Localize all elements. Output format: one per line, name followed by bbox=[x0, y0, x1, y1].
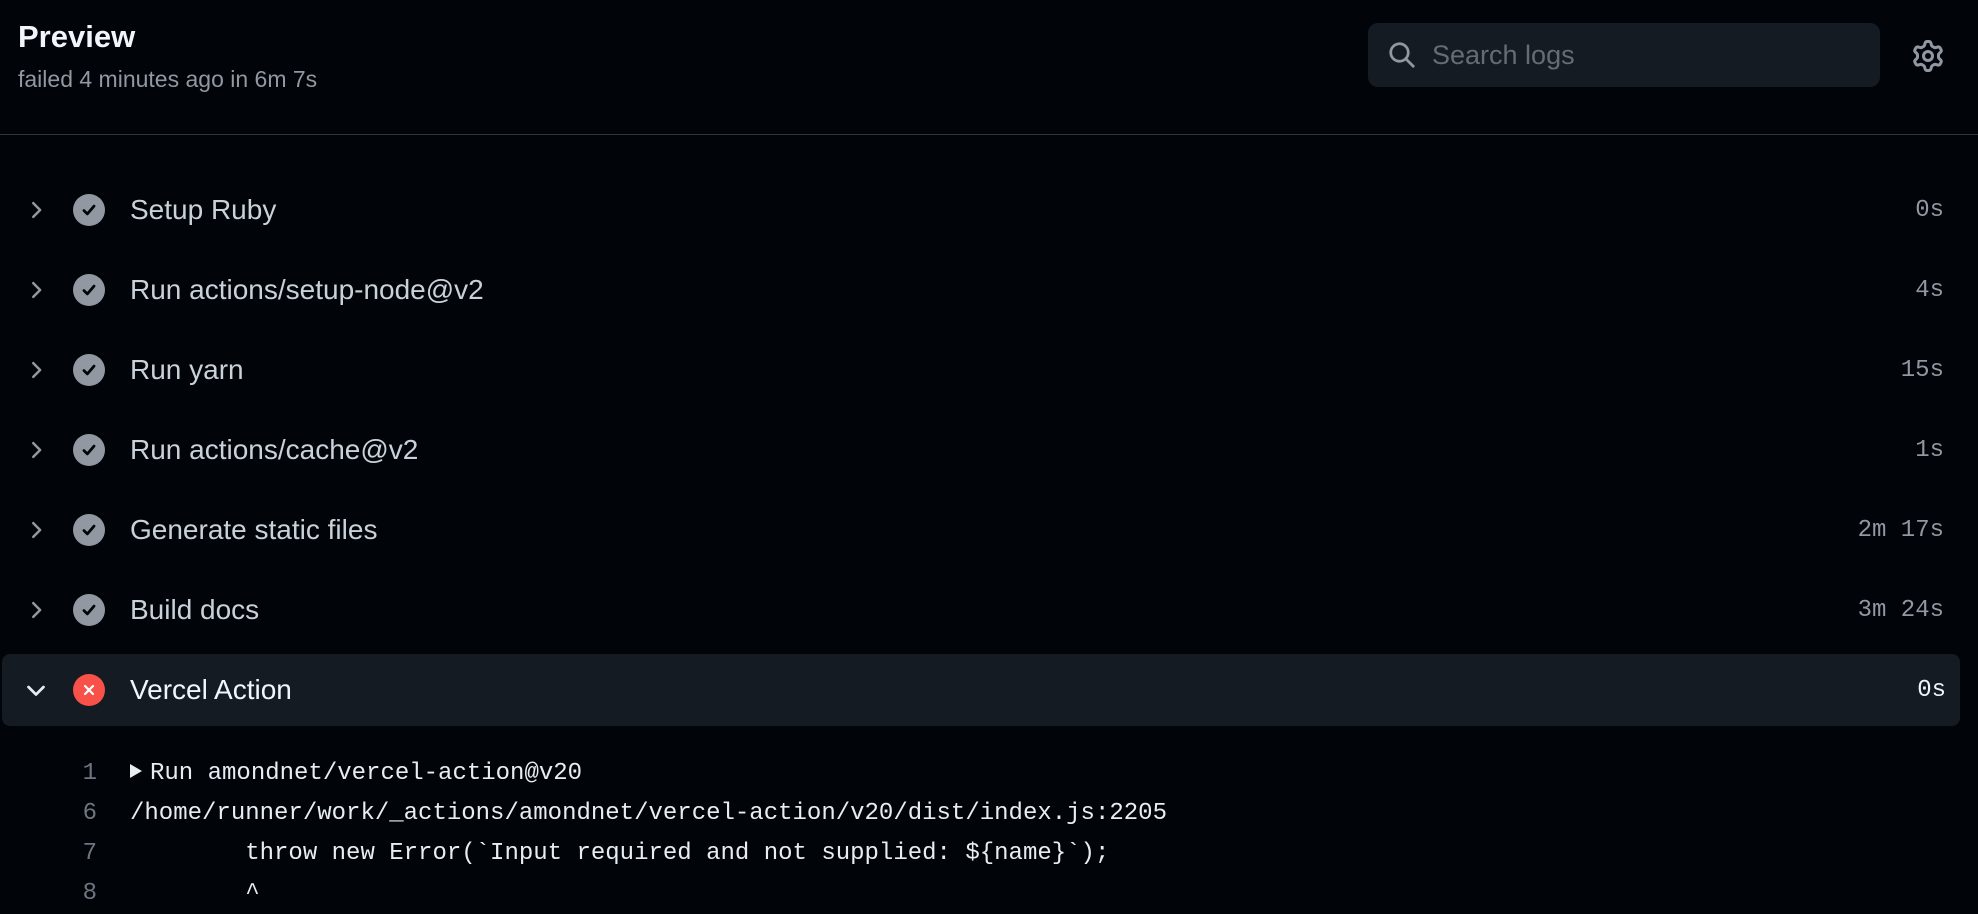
step-name: Setup Ruby bbox=[130, 194, 277, 225]
expand-triangle-icon[interactable] bbox=[130, 763, 142, 778]
page-title: Preview bbox=[18, 19, 136, 54]
x-circle-icon bbox=[73, 674, 105, 706]
job-header: Preview failed 4 minutes ago in 6m 7s bbox=[0, 0, 1978, 135]
log-line-number[interactable]: 7 bbox=[40, 834, 97, 874]
log-line-text: throw new Error(`Input required and not … bbox=[130, 840, 1110, 867]
step-row[interactable]: Generate static files 2m 17s bbox=[0, 494, 1978, 566]
step-row[interactable]: Run actions/cache@v2 1s bbox=[0, 414, 1978, 486]
log-line: 8 ^ bbox=[0, 874, 1978, 914]
search-logs-box[interactable] bbox=[1368, 23, 1880, 87]
step-duration: 0s bbox=[1917, 676, 1946, 704]
step-duration: 4s bbox=[1915, 276, 1944, 304]
step-row[interactable]: Setup Ruby 0s bbox=[0, 174, 1978, 246]
step-log-output: 1 Run amondnet/vercel-action@v20 6/home/ru… bbox=[0, 754, 1978, 914]
job-status-summary: failed 4 minutes ago in 6m 7s bbox=[18, 66, 318, 92]
job-steps-list: Setup Ruby 0s Run actions/setup-node@v2 4s R… bbox=[0, 174, 1978, 734]
chevron-right-icon[interactable] bbox=[22, 516, 50, 544]
log-line-content: /home/runner/work/_actions/amondnet/verc… bbox=[130, 794, 1167, 834]
log-line-number[interactable]: 1 bbox=[40, 754, 97, 794]
log-line-text: /home/runner/work/_actions/amondnet/verc… bbox=[130, 800, 1167, 827]
step-name: Run actions/setup-node@v2 bbox=[130, 274, 484, 305]
log-line-content: throw new Error(`Input required and not … bbox=[130, 834, 1109, 874]
chevron-right-icon[interactable] bbox=[22, 196, 50, 224]
step-name: Vercel Action bbox=[130, 674, 292, 705]
log-line-content: Run amondnet/vercel-action@v20 bbox=[130, 754, 582, 794]
search-icon bbox=[1368, 23, 1432, 87]
step-row[interactable]: Run actions/setup-node@v2 4s bbox=[0, 254, 1978, 326]
chevron-right-icon[interactable] bbox=[22, 356, 50, 384]
log-line-text: ^ bbox=[130, 880, 260, 907]
step-name: Build docs bbox=[130, 594, 260, 625]
step-duration: 2m 17s bbox=[1857, 516, 1944, 544]
log-line: 7 throw new Error(`Input required and no… bbox=[0, 834, 1978, 874]
step-name: Run actions/cache@v2 bbox=[130, 434, 419, 465]
step-duration: 3m 24s bbox=[1857, 596, 1944, 624]
chevron-right-icon[interactable] bbox=[22, 436, 50, 464]
check-circle-icon bbox=[73, 194, 105, 226]
step-name: Generate static files bbox=[130, 514, 378, 545]
check-circle-icon bbox=[73, 594, 105, 626]
chevron-down-icon[interactable] bbox=[22, 676, 50, 704]
log-line-number[interactable]: 6 bbox=[40, 794, 97, 834]
chevron-right-icon[interactable] bbox=[22, 596, 50, 624]
chevron-right-icon[interactable] bbox=[22, 276, 50, 304]
gear-icon[interactable] bbox=[1908, 36, 1948, 76]
check-circle-icon bbox=[73, 274, 105, 306]
log-line: 6/home/runner/work/_actions/amondnet/ver… bbox=[0, 794, 1978, 834]
step-duration: 15s bbox=[1900, 356, 1944, 384]
step-row[interactable]: Run yarn 15s bbox=[0, 334, 1978, 406]
step-duration: 0s bbox=[1915, 196, 1944, 224]
log-line-number[interactable]: 8 bbox=[40, 874, 97, 914]
log-line[interactable]: 1 Run amondnet/vercel-action@v20 bbox=[0, 754, 1978, 794]
step-duration: 1s bbox=[1915, 436, 1944, 464]
check-circle-icon bbox=[73, 434, 105, 466]
step-row[interactable]: Vercel Action 0s bbox=[2, 654, 1960, 726]
search-logs-input[interactable] bbox=[1432, 25, 1852, 85]
log-line-text: Run amondnet/vercel-action@v20 bbox=[150, 760, 583, 787]
step-row[interactable]: Build docs 3m 24s bbox=[0, 574, 1978, 646]
check-circle-icon bbox=[73, 354, 105, 386]
step-name: Run yarn bbox=[130, 354, 244, 385]
check-circle-icon bbox=[73, 514, 105, 546]
log-line-content: ^ bbox=[130, 874, 260, 914]
